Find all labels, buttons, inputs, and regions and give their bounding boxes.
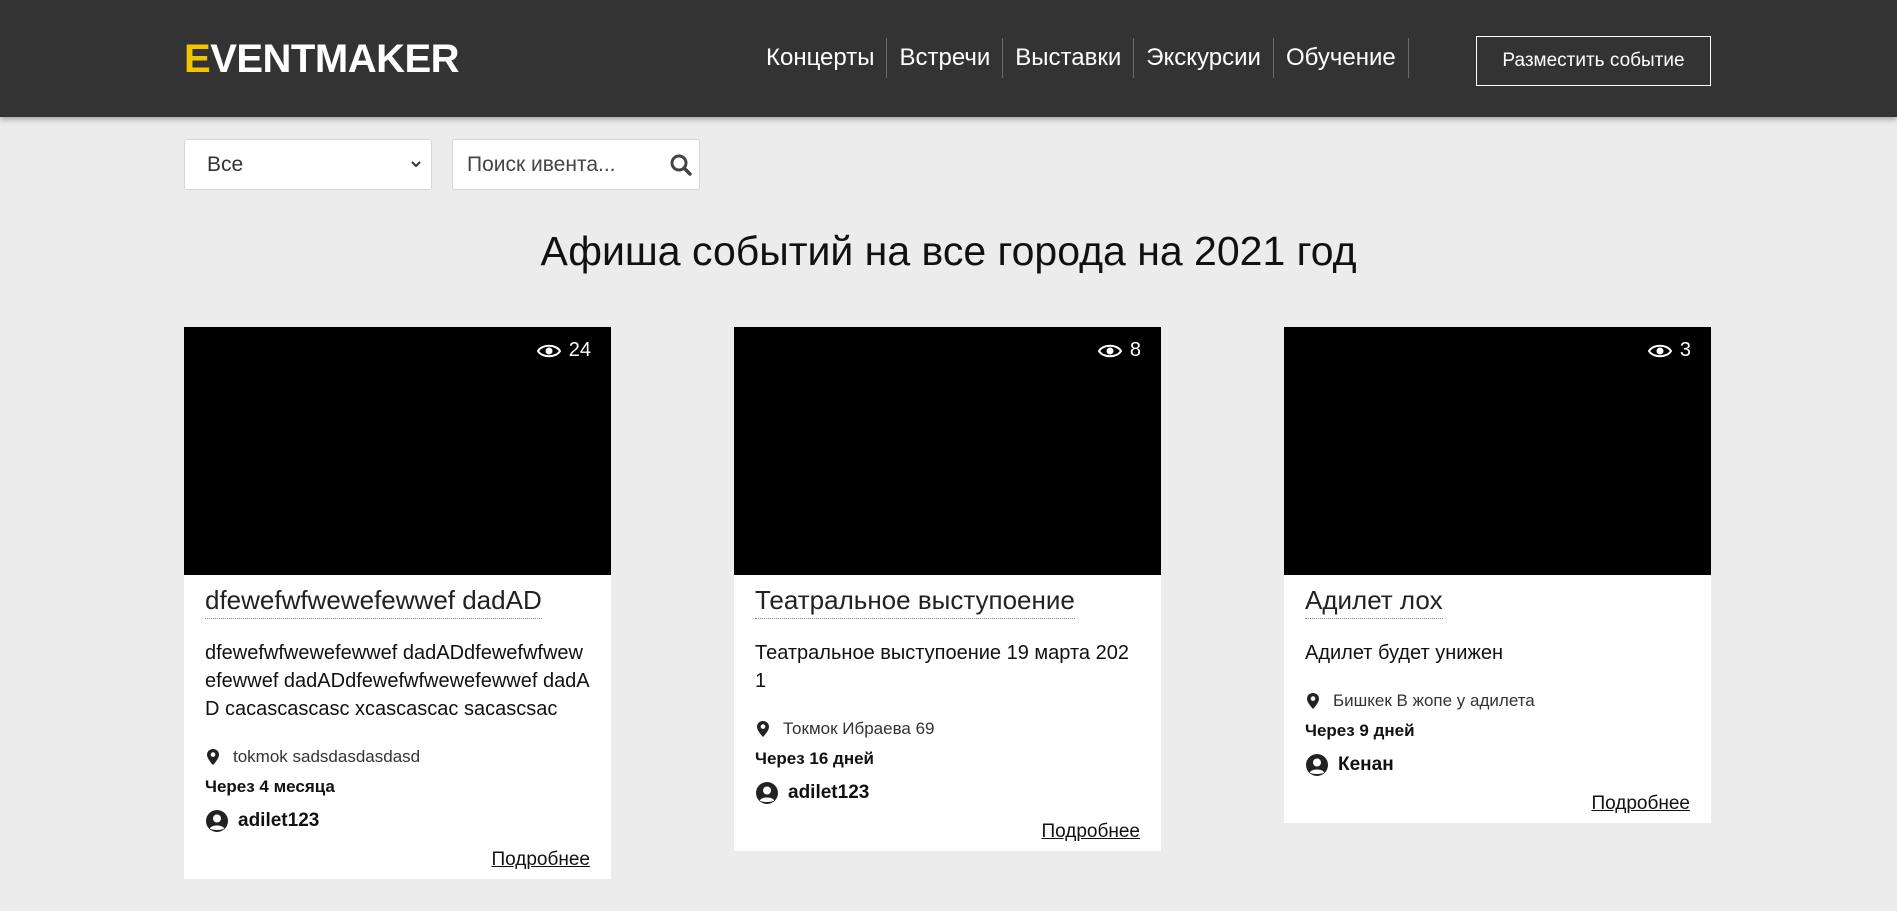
- main-nav: Концерты Встречи Выставки Экскурсии Обуч…: [752, 38, 1409, 78]
- more-link[interactable]: Подробнее: [205, 847, 590, 873]
- event-title[interactable]: Адилет лох: [1305, 583, 1443, 619]
- more-link[interactable]: Подробнее: [755, 819, 1140, 845]
- views-counter: 24: [536, 339, 591, 362]
- event-author-name: adilet123: [238, 810, 320, 831]
- more-link[interactable]: Подробнее: [1305, 791, 1690, 817]
- event-location: tokmok sadsdasdasdasd: [205, 747, 590, 767]
- page-title: Афиша событий на все города на 2021 год: [540, 228, 1357, 274]
- event-location: Бишкек В жопе у адилета: [1305, 691, 1690, 711]
- category-select-value: Все: [207, 152, 244, 176]
- eye-icon: [1097, 344, 1122, 357]
- event-author: Кенан: [1305, 753, 1690, 777]
- event-author-name: adilet123: [788, 782, 870, 803]
- event-location: Токмок Ибраева 69: [755, 719, 1140, 739]
- event-time-left: Через 4 месяца: [205, 777, 335, 796]
- views-count: 8: [1129, 339, 1141, 361]
- logo-text: VENTMAKER: [210, 37, 460, 81]
- site-header: EVENTMAKER Концерты Встречи Выставки Экс…: [0, 0, 1897, 117]
- nav-item-meetings[interactable]: Встречи: [887, 38, 1004, 78]
- nav-item-exhibitions[interactable]: Выставки: [1003, 38, 1135, 78]
- map-pin-icon: [207, 749, 219, 765]
- views-count: 24: [568, 339, 591, 361]
- event-card: 24 dfewefwfwewefewwef dadAD dfewefwfwewe…: [184, 327, 611, 879]
- nav-item-education[interactable]: Обучение: [1274, 38, 1409, 78]
- views-counter: 8: [1097, 339, 1141, 362]
- event-time-left: Через 9 дней: [1305, 721, 1415, 740]
- event-location-text: Токмок Ибраева 69: [783, 719, 935, 738]
- event-time-left: Через 16 дней: [755, 749, 875, 768]
- event-card: 8 Театральное выступоение Театральное вы…: [734, 327, 1161, 851]
- logo-accent-letter: E: [184, 37, 211, 81]
- event-card: 3 Адилет лох Адилет будет унижен Бишкек …: [1284, 327, 1711, 823]
- event-author: adilet123: [205, 809, 590, 833]
- user-circle-icon: [1306, 754, 1328, 776]
- eye-icon: [536, 344, 561, 357]
- event-image[interactable]: 24: [184, 327, 611, 575]
- post-event-button[interactable]: Разместить событие: [1476, 36, 1711, 86]
- event-location-text: tokmok sadsdasdasdasd: [233, 747, 421, 766]
- event-description: Адилет будет унижен: [1305, 642, 1503, 664]
- map-pin-icon: [757, 721, 769, 737]
- search-input[interactable]: [467, 150, 657, 180]
- event-description: dfewefwfwewefewwef dadADdfewefwfwewefeww…: [205, 642, 590, 720]
- event-author-name: Кенан: [1338, 754, 1394, 775]
- event-author: adilet123: [755, 781, 1140, 805]
- map-pin-icon: [1307, 693, 1319, 709]
- views-count: 3: [1679, 339, 1691, 361]
- event-title[interactable]: dfewefwfwewefewwef dadAD: [205, 583, 542, 619]
- nav-item-concerts[interactable]: Концерты: [752, 38, 888, 78]
- eye-icon: [1647, 344, 1672, 357]
- event-image[interactable]: 3: [1284, 327, 1711, 575]
- user-circle-icon: [206, 810, 228, 832]
- event-image[interactable]: 8: [734, 327, 1161, 575]
- search-icon[interactable]: [669, 153, 693, 177]
- logo[interactable]: EVENTMAKER: [184, 36, 460, 82]
- event-location-text: Бишкек В жопе у адилета: [1333, 691, 1535, 710]
- event-description: Театральное выступоение 19 марта 2021: [755, 642, 1129, 692]
- search-box: [452, 139, 700, 190]
- category-select[interactable]: Все: [184, 139, 432, 190]
- chevron-down-icon: [411, 161, 421, 168]
- user-circle-icon: [756, 782, 778, 804]
- event-title[interactable]: Театральное выступоение: [755, 583, 1075, 619]
- views-counter: 3: [1647, 339, 1691, 362]
- nav-item-excursions[interactable]: Экскурсии: [1134, 38, 1274, 78]
